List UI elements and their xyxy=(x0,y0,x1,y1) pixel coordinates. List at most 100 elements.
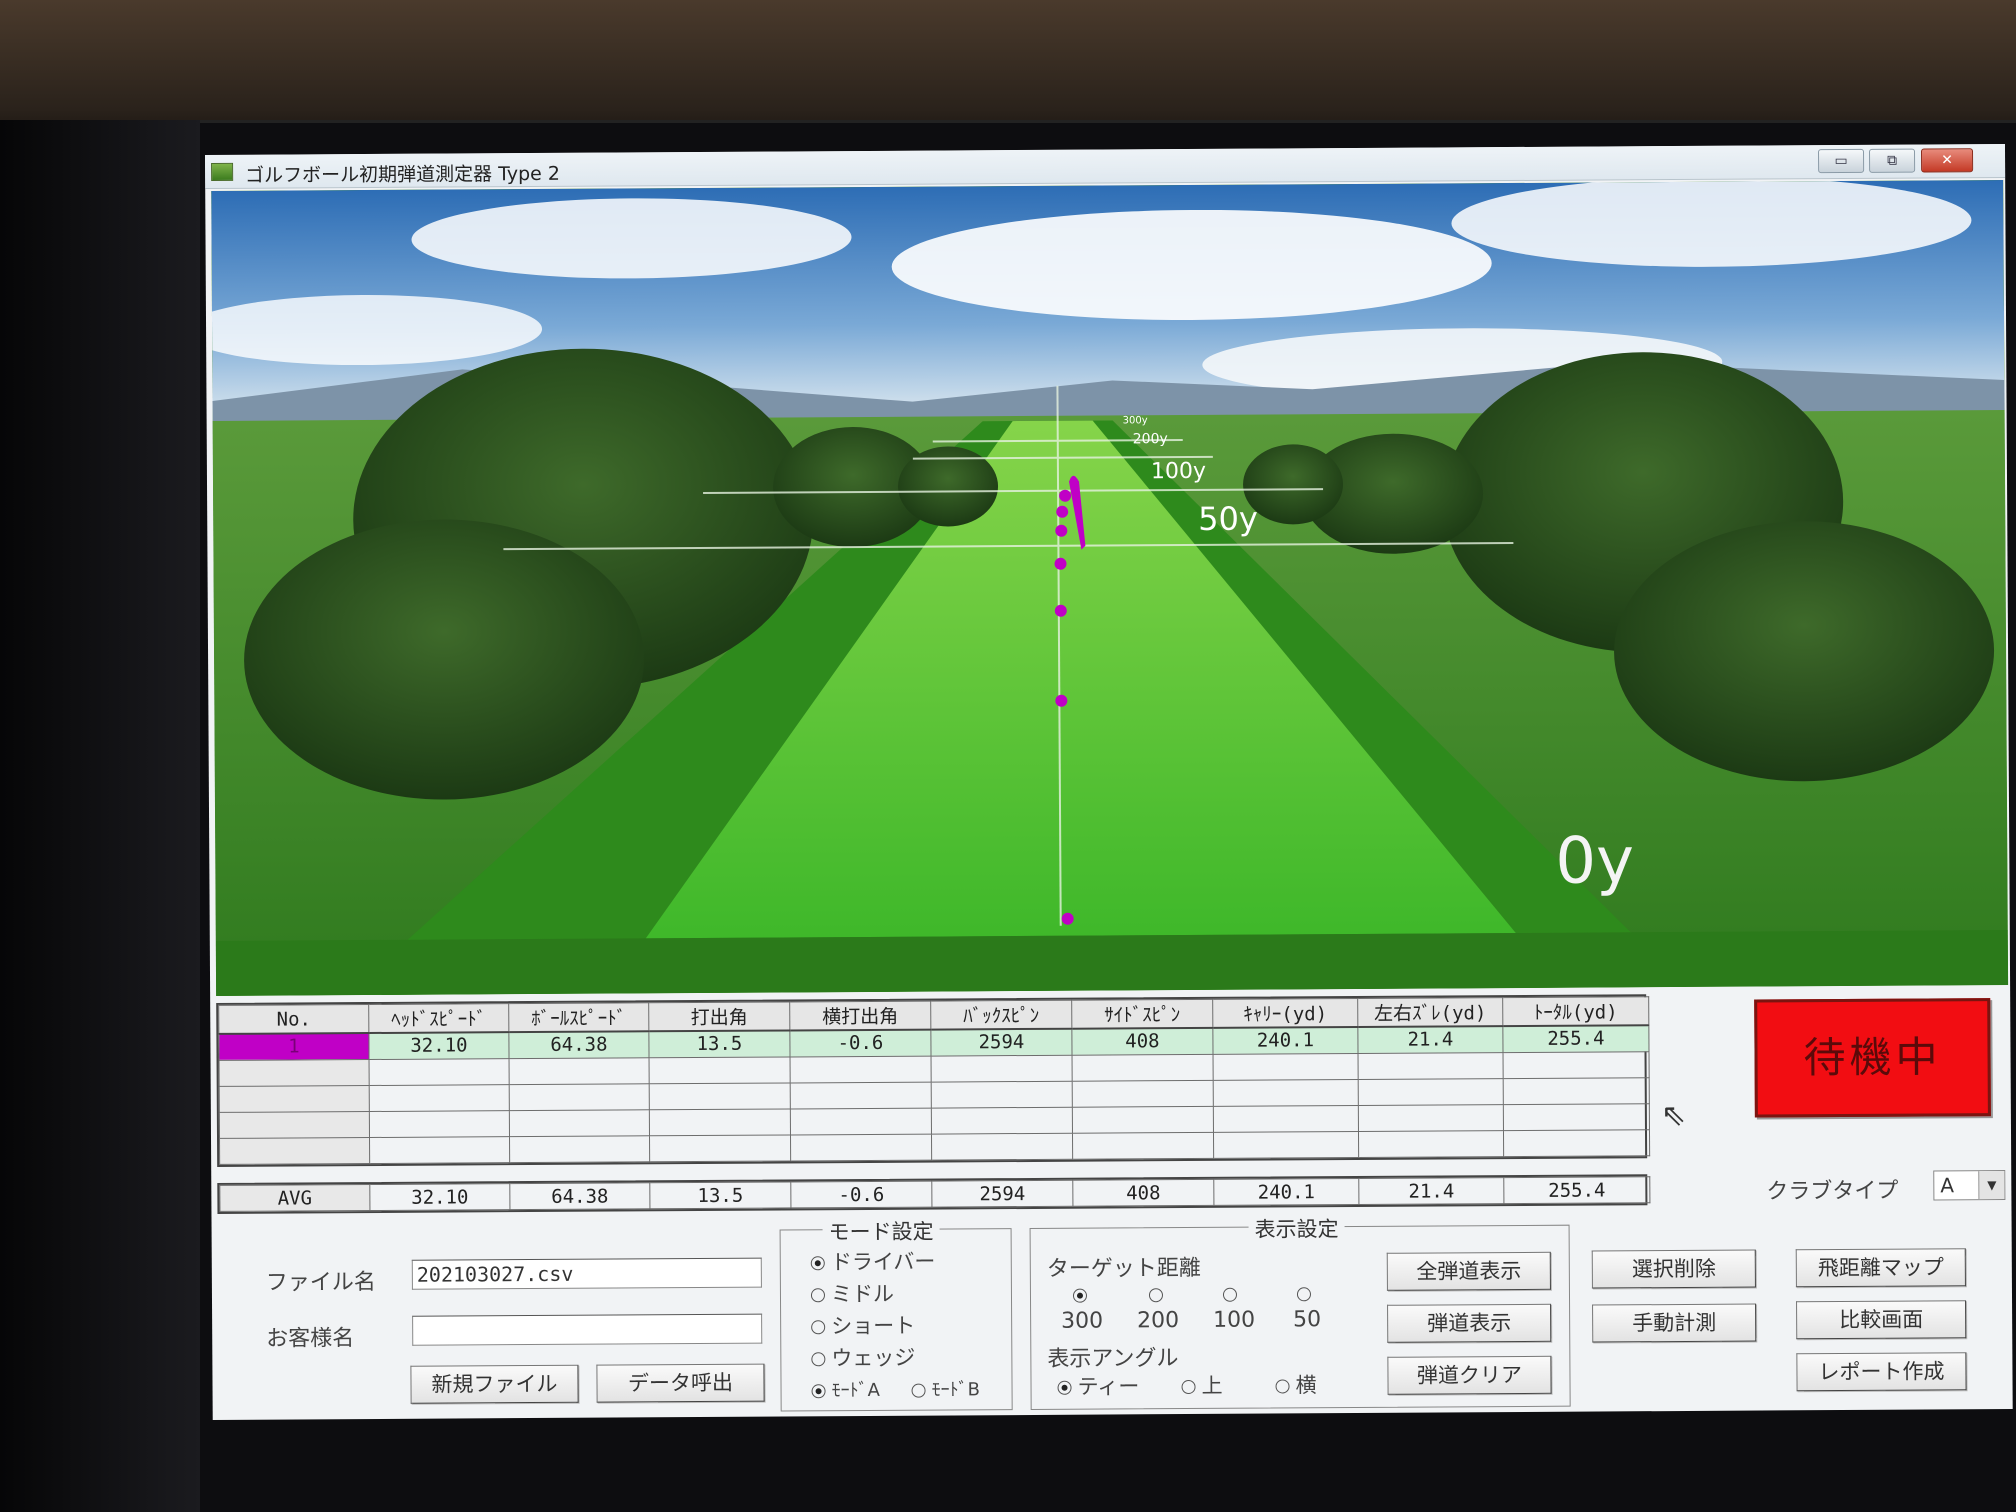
display-settings-group: 表示設定 ターゲット距離 300 200 100 50 表示アングル ティー 上… xyxy=(1029,1213,1571,1410)
manual-measure-button[interactable]: 手動計測 xyxy=(1592,1303,1757,1343)
label-50y: 50y xyxy=(1198,500,1258,538)
label-0y: 0y xyxy=(1555,824,1634,898)
radio-icon xyxy=(1057,1380,1072,1395)
average-row: AVG 32.10 64.38 13.5 -0.6 2594 408 240.1… xyxy=(217,1174,1650,1214)
label-100y: 100y xyxy=(1151,459,1206,484)
cell-offline[interactable]: 21.4 xyxy=(1357,1026,1504,1053)
cell-carry[interactable]: 240.1 xyxy=(1212,1026,1359,1054)
customer-name-label: お客様名 xyxy=(266,1326,355,1352)
mode-option-short[interactable]: ショート xyxy=(811,1310,915,1341)
radio-icon xyxy=(810,1256,825,1271)
minimize-button[interactable]: ▭ xyxy=(1817,148,1865,174)
target-300-radio[interactable] xyxy=(1072,1283,1093,1307)
target-50-label: 50 xyxy=(1293,1307,1322,1333)
mode-settings-group: モード設定 ドライバー ミドル ショート ウェッジ ﾓｰﾄﾞA ﾓｰﾄﾞB xyxy=(779,1215,1013,1412)
cell-head-speed[interactable]: 32.10 xyxy=(368,1032,510,1060)
cell-back-spin[interactable]: 2594 xyxy=(930,1028,1073,1056)
status-indicator: 待機中 xyxy=(1754,998,1991,1118)
header-side-angle[interactable]: 横打出角 xyxy=(789,1001,931,1031)
radio-icon xyxy=(911,1383,926,1398)
clear-trajectory-button[interactable]: 弾道クリア xyxy=(1387,1355,1552,1395)
window-title: ゴルフボール初期弾道測定器 Type 2 xyxy=(245,162,561,187)
angle-side-radio[interactable]: 横 xyxy=(1275,1369,1317,1399)
header-side-spin[interactable]: ｻｲﾄﾞｽﾋﾟﾝ xyxy=(1071,999,1213,1029)
header-launch-angle[interactable]: 打出角 xyxy=(648,1001,790,1032)
close-button[interactable]: ✕ xyxy=(1920,148,1974,173)
app-icon xyxy=(211,162,234,181)
compare-screen-button[interactable]: 比較画面 xyxy=(1796,1300,1967,1340)
cell-launch-angle[interactable]: 13.5 xyxy=(648,1030,791,1058)
avg-side-angle: -0.6 xyxy=(790,1181,932,1208)
display-angle-label: 表示アングル xyxy=(1047,1346,1179,1372)
distance-map-button[interactable]: 飛距離マップ xyxy=(1795,1248,1966,1288)
app-window: ゴルフボール初期弾道測定器 Type 2 ▭ ⧉ ✕ 300y 200y 100… xyxy=(205,144,2013,1420)
load-data-button[interactable]: データ呼出 xyxy=(596,1363,765,1403)
target-distance-label: ターゲット距離 xyxy=(1046,1255,1201,1282)
range-scene: 300y 200y 100y 50y 0y xyxy=(211,180,2009,996)
avg-label: AVG xyxy=(219,1184,370,1212)
avg-back-spin: 2594 xyxy=(931,1180,1073,1208)
delete-selected-button[interactable]: 選択削除 xyxy=(1591,1249,1756,1289)
label-200y: 200y xyxy=(1133,431,1168,447)
mode-option-wedge[interactable]: ウェッジ xyxy=(811,1342,915,1373)
avg-offline: 21.4 xyxy=(1358,1177,1504,1205)
cell-no[interactable]: 1 xyxy=(218,1033,370,1060)
angle-top-radio[interactable]: 上 xyxy=(1181,1370,1223,1400)
mouse-cursor-icon: ⇖ xyxy=(1660,1097,1687,1134)
radio-icon xyxy=(1275,1379,1290,1394)
target-200-radio[interactable] xyxy=(1148,1282,1169,1306)
club-type-label: クラブタイプ xyxy=(1766,1178,1899,1205)
radio-icon xyxy=(1148,1288,1164,1303)
target-200-label: 200 xyxy=(1137,1308,1180,1334)
radio-icon xyxy=(1222,1287,1238,1302)
cell-side-angle[interactable]: -0.6 xyxy=(789,1029,932,1057)
angle-tee-radio[interactable]: ティー xyxy=(1057,1370,1139,1400)
header-ball-speed[interactable]: ﾎﾞｰﾙｽﾋﾟｰﾄﾞ xyxy=(508,1002,649,1033)
avg-total: 255.4 xyxy=(1503,1176,1650,1204)
club-type-value: A xyxy=(1940,1173,1955,1198)
file-name-field[interactable]: 202103027.csv xyxy=(411,1257,762,1290)
target-100-radio[interactable] xyxy=(1222,1282,1243,1306)
mode-settings-title: モード設定 xyxy=(822,1215,940,1247)
cell-total[interactable]: 255.4 xyxy=(1502,1025,1650,1053)
results-table: No. ﾍｯﾄﾞｽﾋﾟｰﾄﾞ ﾎﾞｰﾙｽﾋﾟｰﾄﾞ 打出角 横打出角 ﾊﾞｯｸｽ… xyxy=(218,996,1650,1164)
chevron-down-icon[interactable]: ▼ xyxy=(1978,1171,2005,1200)
new-file-button[interactable]: 新規ファイル xyxy=(410,1364,579,1404)
header-head-speed[interactable]: ﾍｯﾄﾞｽﾋﾟｰﾄﾞ xyxy=(368,1003,509,1034)
avg-carry: 240.1 xyxy=(1213,1178,1359,1206)
radio-icon xyxy=(811,1320,826,1335)
cell-ball-speed[interactable]: 64.38 xyxy=(508,1031,650,1059)
target-100-label: 100 xyxy=(1213,1307,1256,1333)
cell-side-spin[interactable]: 408 xyxy=(1071,1027,1214,1055)
radio-icon xyxy=(1181,1379,1196,1395)
header-back-spin[interactable]: ﾊﾞｯｸｽﾋﾟﾝ xyxy=(930,1000,1072,1030)
avg-head-speed: 32.10 xyxy=(369,1183,510,1211)
header-total[interactable]: ﾄｰﾀﾙ(yd) xyxy=(1502,996,1649,1027)
golf-range-view: 300y 200y 100y 50y 0y xyxy=(211,180,2009,996)
avg-side-spin: 408 xyxy=(1072,1179,1214,1207)
tee-strip xyxy=(215,930,2009,996)
mode-option-driver[interactable]: ドライバー xyxy=(810,1246,936,1277)
avg-launch-angle: 13.5 xyxy=(649,1181,791,1209)
monitor-bezel-left xyxy=(0,120,200,1512)
header-carry[interactable]: ｷｬﾘｰ(yd) xyxy=(1212,998,1358,1028)
target-50-radio[interactable] xyxy=(1296,1281,1317,1305)
display-settings-title: 表示設定 xyxy=(1248,1213,1345,1244)
show-all-trajectories-button[interactable]: 全弾道表示 xyxy=(1386,1251,1551,1291)
average-table: AVG 32.10 64.38 13.5 -0.6 2594 408 240.1… xyxy=(219,1176,1650,1212)
radio-icon xyxy=(1296,1287,1312,1302)
create-report-button[interactable]: レポート作成 xyxy=(1796,1352,1967,1392)
header-no[interactable]: No. xyxy=(218,1004,369,1034)
mode-a-radio[interactable]: ﾓｰﾄﾞA xyxy=(811,1376,880,1402)
maximize-button[interactable]: ⧉ xyxy=(1868,148,1916,173)
mode-option-middle[interactable]: ミドル xyxy=(810,1278,894,1309)
header-offline[interactable]: 左右ｽﾞﾚ(yd) xyxy=(1357,997,1503,1027)
mode-b-radio[interactable]: ﾓｰﾄﾞB xyxy=(911,1375,980,1401)
target-300-label: 300 xyxy=(1061,1308,1104,1334)
show-trajectory-button[interactable]: 弾道表示 xyxy=(1387,1303,1552,1343)
label-300y: 300y xyxy=(1123,415,1148,426)
file-name-label: ファイル名 xyxy=(265,1269,376,1296)
results-table-container: No. ﾍｯﾄﾞｽﾋﾟｰﾄﾞ ﾎﾞｰﾙｽﾋﾟｰﾄﾞ 打出角 横打出角 ﾊﾞｯｸｽ… xyxy=(216,994,1650,1167)
customer-name-field[interactable] xyxy=(412,1313,763,1346)
club-type-select[interactable]: A ▼ xyxy=(1933,1170,2006,1201)
